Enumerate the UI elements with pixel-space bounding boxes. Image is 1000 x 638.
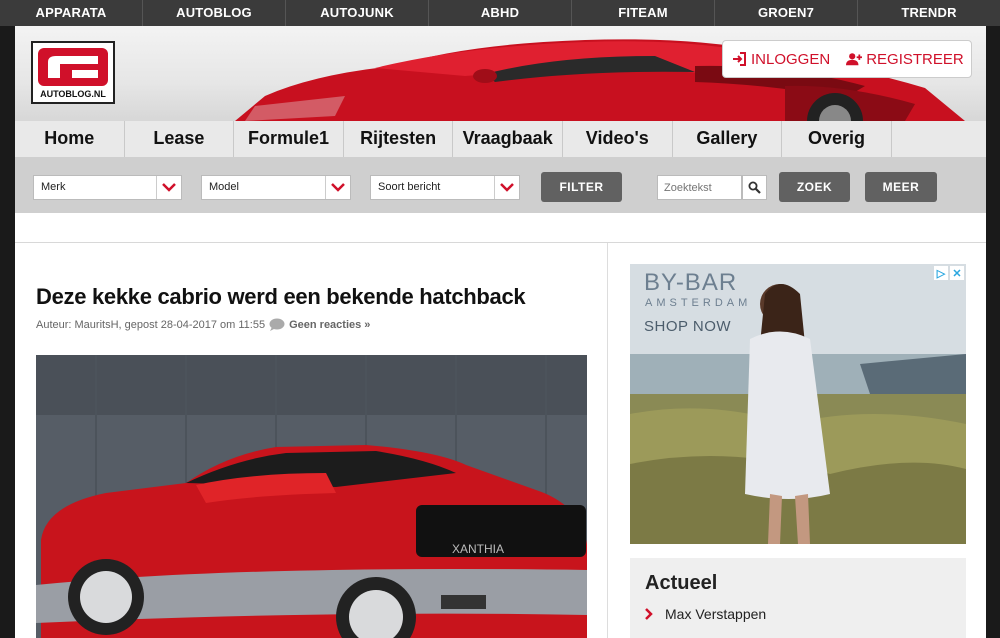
merk-select-value: Merk bbox=[41, 181, 66, 193]
ad-cta[interactable]: SHOP NOW bbox=[644, 318, 731, 335]
ad-brand-sub: AMSTERDAM bbox=[645, 297, 752, 309]
adchoices-icon[interactable]: ▷ bbox=[934, 266, 948, 280]
nav-formule1[interactable]: Formule1 bbox=[234, 121, 344, 157]
comments-label: Geen reacties » bbox=[289, 318, 371, 331]
filter-bar: Merk Model Soort bericht FILTER ZOEK MEE… bbox=[15, 157, 986, 213]
network-link-apparata[interactable]: APPARATA bbox=[0, 0, 143, 26]
article-meta: Auteur: MauritsH, gepost 28-04-2017 om 1… bbox=[36, 318, 370, 331]
logo-text: AUTOBLOG.NL bbox=[40, 89, 106, 99]
comments-link[interactable]: Geen reacties » bbox=[269, 318, 370, 331]
soort-bericht-select[interactable]: Soort bericht bbox=[370, 175, 520, 200]
chevron-down-icon bbox=[494, 176, 519, 199]
meer-button[interactable]: MEER bbox=[865, 172, 937, 202]
model-select-value: Model bbox=[209, 181, 239, 193]
network-link-fiteam[interactable]: FITEAM bbox=[572, 0, 715, 26]
actueel-heading: Actueel bbox=[645, 572, 718, 594]
page: AUTOBLOG.NL INLOGGEN REGISTREER Home Lea… bbox=[15, 26, 986, 638]
network-link-autojunk[interactable]: AUTOJUNK bbox=[286, 0, 429, 26]
network-link-groen7[interactable]: GROEN7 bbox=[715, 0, 858, 26]
sign-in-icon bbox=[733, 52, 746, 66]
network-link-trendr[interactable]: TRENDR bbox=[858, 0, 1000, 26]
ad-brand: BY-BAR bbox=[644, 269, 738, 296]
search-icon bbox=[748, 181, 761, 194]
logo-mark-icon bbox=[38, 48, 108, 86]
network-link-autoblog[interactable]: AUTOBLOG bbox=[143, 0, 286, 26]
soort-bericht-value: Soort bericht bbox=[378, 181, 441, 193]
nav-rijtesten[interactable]: Rijtesten bbox=[344, 121, 454, 157]
actueel-item-label: Max Verstappen bbox=[665, 606, 767, 622]
chevron-down-icon bbox=[156, 176, 181, 199]
advertisement[interactable]: BY-BAR AMSTERDAM SHOP NOW ▷ ✕ bbox=[630, 264, 966, 544]
article-title[interactable]: Deze kekke cabrio werd een bekende hatch… bbox=[36, 284, 596, 310]
filter-button[interactable]: FILTER bbox=[541, 172, 622, 202]
nav-videos[interactable]: Video's bbox=[563, 121, 673, 157]
nav-home[interactable]: Home bbox=[15, 121, 125, 157]
site-logo[interactable]: AUTOBLOG.NL bbox=[31, 41, 115, 104]
comment-icon bbox=[269, 318, 285, 331]
network-link-abhd[interactable]: ABHD bbox=[429, 0, 572, 26]
content-divider bbox=[15, 242, 986, 243]
nav-lease[interactable]: Lease bbox=[125, 121, 235, 157]
close-icon[interactable]: ✕ bbox=[950, 266, 964, 280]
actueel-widget: Actueel Max Verstappen bbox=[630, 558, 966, 638]
nav-overig[interactable]: Overig bbox=[782, 121, 892, 157]
article-author-date: Auteur: MauritsH, gepost 28-04-2017 om 1… bbox=[36, 318, 266, 331]
actueel-item[interactable]: Max Verstappen bbox=[645, 606, 766, 622]
article-image[interactable]: XANTHIA bbox=[36, 355, 587, 638]
network-bar: APPARATA AUTOBLOG AUTOJUNK ABHD FITEAM G… bbox=[0, 0, 1000, 26]
merk-select[interactable]: Merk bbox=[33, 175, 182, 200]
register-button[interactable]: REGISTREER bbox=[846, 51, 964, 68]
car-badge-text: XANTHIA bbox=[452, 542, 504, 556]
chevron-right-icon bbox=[645, 608, 653, 620]
nav-vraagbaak[interactable]: Vraagbaak bbox=[453, 121, 563, 157]
search-button[interactable] bbox=[742, 175, 767, 200]
main-nav: Home Lease Formule1 Rijtesten Vraagbaak … bbox=[15, 121, 986, 157]
chevron-down-icon bbox=[325, 176, 350, 199]
login-button[interactable]: INLOGGEN bbox=[731, 51, 830, 68]
search-input[interactable] bbox=[657, 175, 742, 200]
login-label: INLOGGEN bbox=[751, 50, 831, 68]
register-label: REGISTREER bbox=[866, 50, 964, 68]
ad-choices[interactable]: ▷ ✕ bbox=[934, 266, 964, 280]
zoek-button[interactable]: ZOEK bbox=[779, 172, 850, 202]
nav-gallery[interactable]: Gallery bbox=[673, 121, 783, 157]
user-plus-icon bbox=[846, 53, 863, 66]
model-select[interactable]: Model bbox=[201, 175, 351, 200]
column-divider bbox=[607, 243, 608, 638]
site-header: AUTOBLOG.NL INLOGGEN REGISTREER bbox=[15, 26, 986, 121]
auth-box: INLOGGEN REGISTREER bbox=[722, 40, 972, 78]
